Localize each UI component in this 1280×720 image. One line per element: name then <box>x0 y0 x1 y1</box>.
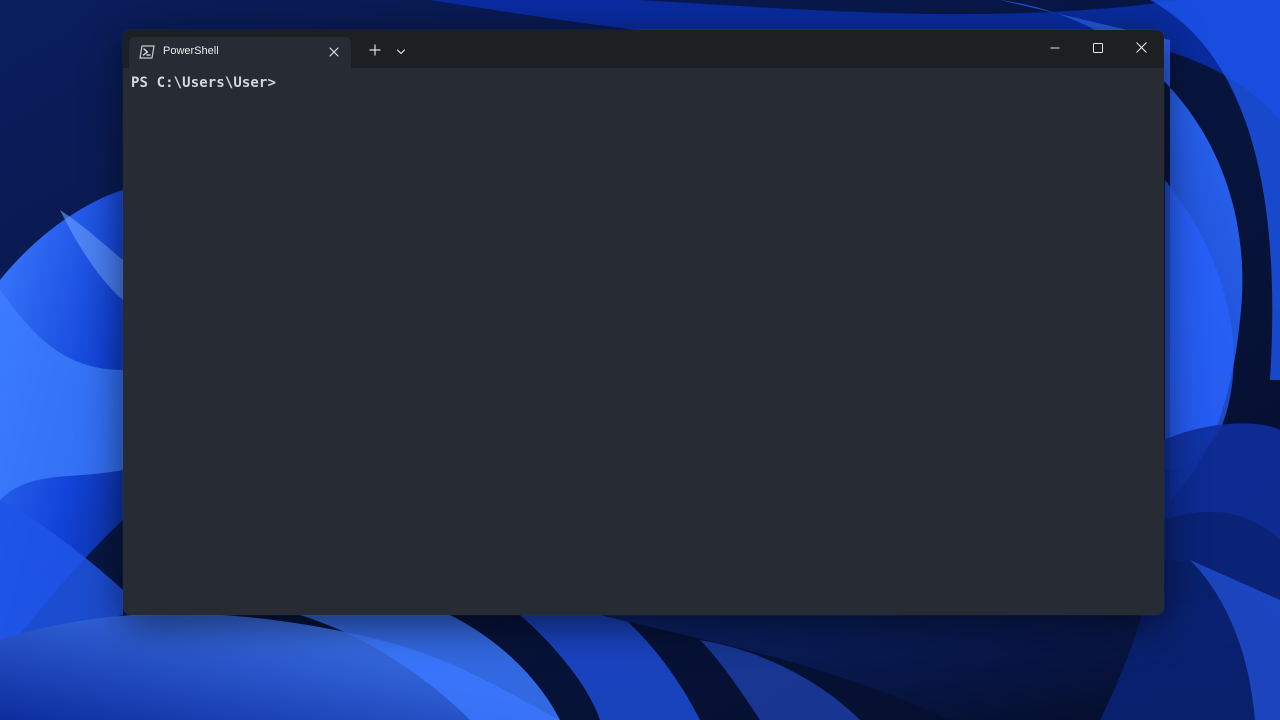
close-button[interactable] <box>1121 34 1161 64</box>
minimize-button[interactable] <box>1035 34 1075 64</box>
title-bar[interactable]: PowerShell <box>123 30 1164 68</box>
maximize-icon <box>1093 40 1103 58</box>
chevron-down-icon <box>396 43 406 61</box>
maximize-button[interactable] <box>1078 34 1118 64</box>
tab-powershell[interactable]: PowerShell <box>129 37 351 68</box>
terminal-window: PowerShell PS C:\Users\User> <box>123 30 1164 615</box>
tab-title: PowerShell <box>163 45 219 57</box>
command-prompt: PS C:\Users\User> <box>131 75 276 91</box>
tab-close-icon[interactable] <box>325 43 343 61</box>
plus-icon <box>369 43 381 61</box>
desktop: PowerShell PS C:\Users\User> <box>0 0 1280 720</box>
new-tab-button[interactable] <box>363 42 387 62</box>
minimize-icon <box>1050 40 1060 58</box>
close-icon <box>1135 40 1147 58</box>
terminal-content[interactable]: PS C:\Users\User> <box>123 68 1164 615</box>
profile-dropdown-button[interactable] <box>391 42 411 62</box>
powershell-icon <box>139 45 155 59</box>
